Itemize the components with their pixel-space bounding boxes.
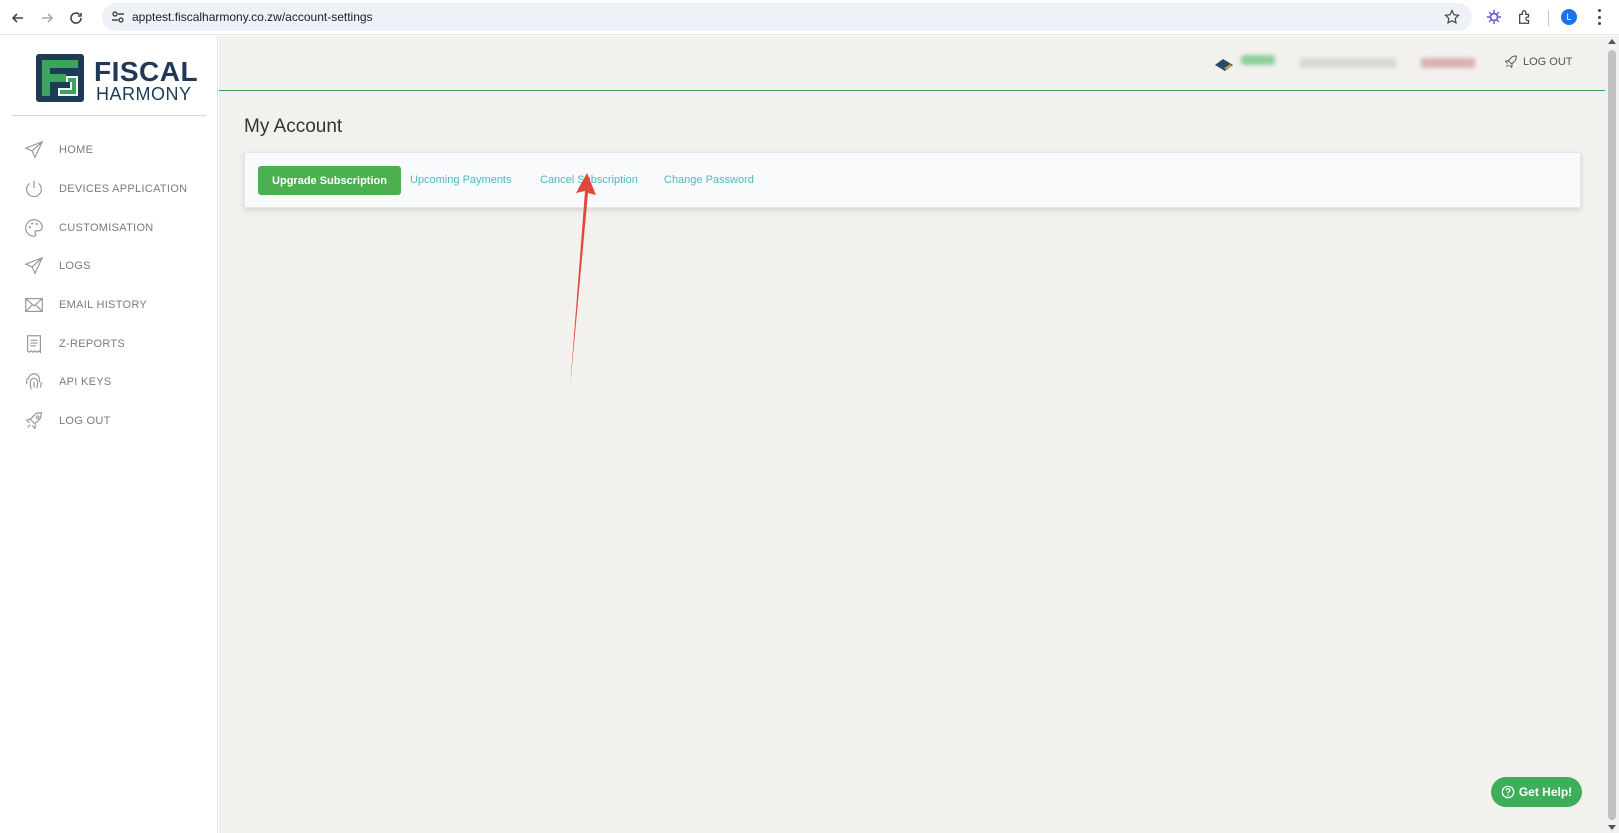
palette-icon	[25, 218, 43, 237]
upgrade-subscription-button[interactable]: Upgrade Subscription	[258, 166, 401, 195]
get-help-label: Get Help!	[1518, 785, 1573, 799]
paper-plane-icon	[24, 257, 44, 276]
browser-menu-icon[interactable]	[1596, 9, 1602, 25]
sidebar-item-label: DEVICES APPLICATION	[59, 183, 188, 196]
get-help-button[interactable]: Get Help!	[1491, 777, 1582, 807]
sidebar-item-api-keys[interactable]: API KEYS	[0, 363, 218, 402]
sidebar-item-devices-application[interactable]: DEVICES APPLICATION	[0, 170, 218, 209]
sidebar-menu: HOME DEVICES APPLICATION CUSTOMISATION L…	[0, 131, 218, 441]
toolbar-divider	[1548, 10, 1549, 26]
extensions-puzzle-icon[interactable]	[1516, 8, 1534, 26]
tab-upcoming-payments[interactable]: Upcoming Payments	[410, 174, 512, 186]
reload-icon	[70, 12, 82, 24]
sidebar-divider	[12, 115, 206, 116]
tab-cancel-subscription[interactable]: Cancel Subscription	[540, 174, 638, 186]
paper-plane-icon	[24, 140, 44, 160]
logo-mark-icon	[36, 54, 84, 102]
power-icon	[26, 180, 42, 198]
status-info-redacted	[1421, 55, 1475, 69]
sidebar-item-label: HOME	[59, 144, 94, 157]
bookmark-star-icon[interactable]	[1444, 9, 1460, 25]
sidebar-item-customisation[interactable]: CUSTOMISATION	[0, 208, 218, 247]
tab-change-password[interactable]: Change Password	[664, 174, 754, 186]
envelope-icon	[25, 298, 43, 313]
sidebar-item-label: Z-REPORTS	[59, 337, 126, 350]
rocket-icon	[1504, 55, 1517, 69]
sidebar: FISCAL HARMONY HOME DEVICES APPLICATION …	[0, 36, 218, 833]
sidebar-item-label: LOG OUT	[59, 415, 111, 428]
page-title: My Account	[244, 116, 343, 137]
sidebar-item-label: LOGS	[59, 260, 91, 273]
fingerprint-icon	[26, 373, 42, 391]
sidebar-item-logs[interactable]: LOGS	[0, 247, 218, 286]
sidebar-item-label: EMAIL HISTORY	[59, 299, 148, 312]
scroll-up-icon[interactable]	[1608, 39, 1616, 44]
user-avatar-icon	[1215, 59, 1233, 71]
header-logout-label: LOG OUT	[1523, 56, 1573, 68]
question-circle-icon	[1501, 785, 1515, 799]
profile-avatar[interactable]: L	[1561, 9, 1577, 25]
forward-button[interactable]	[35, 6, 59, 30]
reload-button[interactable]	[64, 6, 88, 30]
logo-text-harmony: HARMONY	[96, 84, 192, 104]
header-logout-button[interactable]: LOG OUT	[1503, 54, 1573, 70]
user-info-redacted	[1213, 55, 1276, 71]
arrow-left-icon	[11, 13, 23, 23]
company-info-redacted	[1299, 55, 1397, 69]
back-button[interactable]	[6, 6, 30, 30]
account-tabs-card: Upgrade Subscription Upcoming Payments C…	[244, 152, 1581, 208]
sidebar-item-z-reports[interactable]: Z-REPORTS	[0, 324, 218, 363]
site-settings-icon[interactable]	[110, 9, 126, 25]
scroll-down-icon[interactable]	[1608, 825, 1616, 830]
sidebar-item-label: API KEYS	[59, 376, 112, 389]
top-header: LOG OUT	[219, 36, 1605, 91]
extension-gear-icon[interactable]	[1485, 8, 1503, 26]
rocket-icon	[25, 412, 42, 430]
arrow-right-icon	[42, 13, 54, 23]
url-text: apptest.fiscalharmony.co.zw/account-sett…	[132, 10, 373, 24]
scroll-thumb[interactable]	[1608, 50, 1616, 820]
sidebar-item-home[interactable]: HOME	[0, 131, 218, 170]
sidebar-item-log-out[interactable]: LOG OUT	[0, 402, 218, 441]
page-scrollbar[interactable]	[1605, 36, 1619, 833]
fiscal-harmony-logo[interactable]: FISCAL HARMONY	[36, 54, 198, 106]
address-bar[interactable]: apptest.fiscalharmony.co.zw/account-sett…	[102, 3, 1472, 31]
receipt-icon	[26, 334, 42, 354]
browser-toolbar: apptest.fiscalharmony.co.zw/account-sett…	[0, 0, 1619, 35]
sidebar-item-email-history[interactable]: EMAIL HISTORY	[0, 286, 218, 325]
main-content: LOG OUT My Account Upgrade Subscription …	[219, 36, 1605, 833]
sidebar-item-label: CUSTOMISATION	[59, 221, 154, 234]
